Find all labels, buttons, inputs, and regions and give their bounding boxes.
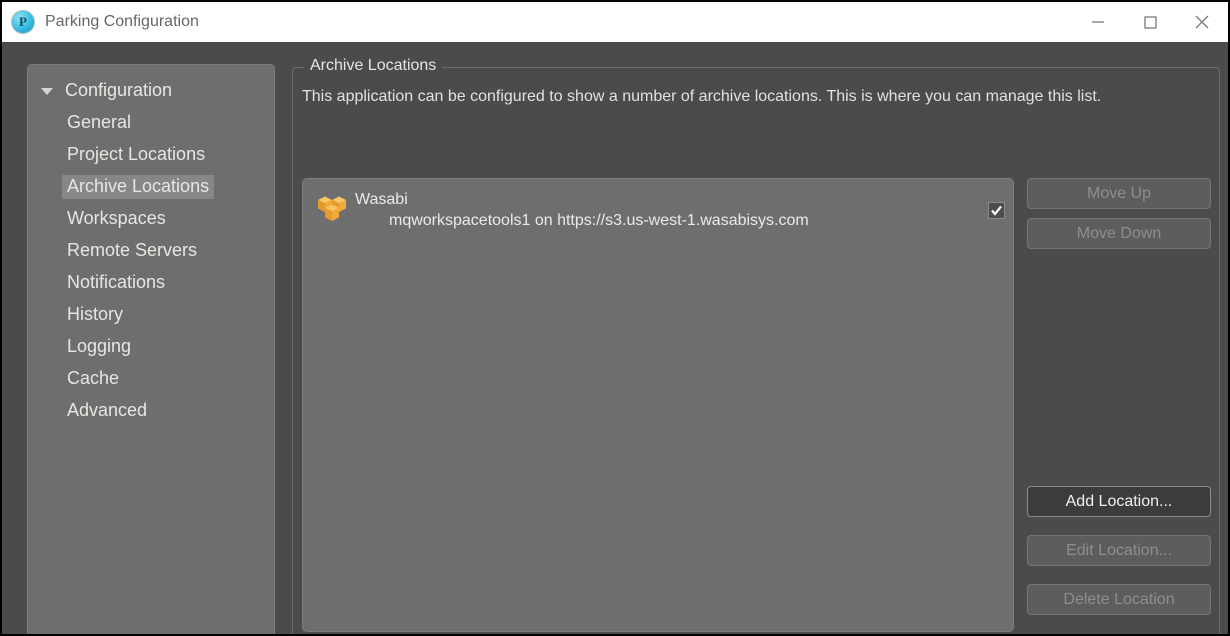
window-controls (1072, 2, 1228, 42)
title-bar: Parking Configuration (2, 2, 1228, 42)
close-icon[interactable] (1176, 2, 1228, 42)
sidebar-item-workspaces[interactable]: Workspaces (28, 203, 274, 235)
sidebar-item-logging[interactable]: Logging (28, 331, 274, 363)
list-item[interactable]: Wasabi mqworkspacetools1 on https://s3.u… (309, 186, 1007, 236)
sidebar-item-label: Notifications (62, 271, 170, 295)
delete-location-button[interactable]: Delete Location (1027, 584, 1211, 615)
move-down-button[interactable]: Move Down (1027, 218, 1211, 249)
sidebar-item-notifications[interactable]: Notifications (28, 267, 274, 299)
parking-configuration-window: Parking Configuration Configuration Gene… (0, 0, 1230, 636)
list-item-text: Wasabi mqworkspacetools1 on https://s3.u… (355, 188, 809, 232)
window-body: Configuration General Project Locations … (2, 42, 1228, 634)
move-up-button[interactable]: Move Up (1027, 178, 1211, 209)
archive-locations-groupbox: Archive Locations This application can b… (292, 67, 1220, 636)
chevron-down-icon[interactable] (34, 88, 60, 95)
sidebar-item-history[interactable]: History (28, 299, 274, 331)
sidebar-item-label: General (62, 111, 136, 135)
maximize-icon[interactable] (1124, 2, 1176, 42)
sidebar-item-configuration[interactable]: Configuration (28, 75, 274, 107)
window-title: Parking Configuration (45, 13, 199, 31)
list-item-subtitle: mqworkspacetools1 on https://s3.us-west-… (389, 210, 809, 232)
sidebar-item-label: Logging (62, 335, 136, 359)
sidebar-item-label: Workspaces (62, 207, 171, 231)
sidebar-item-label: Advanced (62, 399, 152, 423)
edit-location-button[interactable]: Edit Location... (1027, 535, 1211, 566)
sidebar-item-project-locations[interactable]: Project Locations (28, 139, 274, 171)
sidebar-item-archive-locations[interactable]: Archive Locations (28, 171, 274, 203)
sidebar-item-label: Cache (62, 367, 124, 391)
sidebar-item-cache[interactable]: Cache (28, 363, 274, 395)
list-item-title: Wasabi (355, 190, 809, 210)
sidebar-item-label: Archive Locations (62, 175, 214, 199)
sidebar-item-label: History (62, 303, 128, 327)
checkmark-icon (990, 204, 1003, 217)
location-actions: Move Up Move Down Add Location... Edit L… (1027, 178, 1211, 632)
sidebar-item-label: Remote Servers (62, 239, 202, 263)
configuration-tree[interactable]: Configuration General Project Locations … (27, 64, 275, 636)
groupbox-title: Archive Locations (304, 57, 442, 75)
minimize-icon[interactable] (1072, 2, 1124, 42)
sidebar-item-label: Configuration (60, 79, 177, 103)
archive-locations-list[interactable]: Wasabi mqworkspacetools1 on https://s3.u… (302, 178, 1014, 632)
parking-app-icon (12, 11, 34, 33)
sidebar-item-advanced[interactable]: Advanced (28, 395, 274, 427)
cube-stack-icon (315, 191, 349, 225)
groupbox-description: This application can be configured to sh… (302, 84, 1205, 110)
sidebar-item-remote-servers[interactable]: Remote Servers (28, 235, 274, 267)
sidebar-item-label: Project Locations (62, 143, 210, 167)
list-item-checkbox[interactable] (988, 202, 1005, 219)
add-location-button[interactable]: Add Location... (1027, 486, 1211, 517)
sidebar-item-general[interactable]: General (28, 107, 274, 139)
